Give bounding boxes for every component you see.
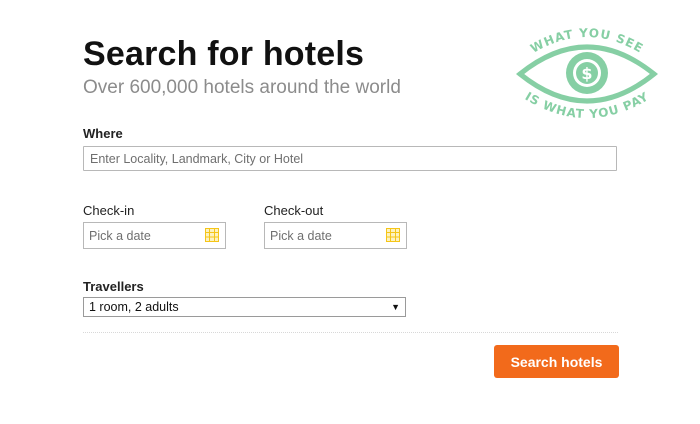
page-subtitle: Over 600,000 hotels around the world: [83, 77, 401, 98]
calendar-icon[interactable]: [386, 228, 400, 242]
checkin-field[interactable]: [83, 222, 226, 249]
checkout-input[interactable]: [265, 223, 377, 248]
travellers-selected-value: 1 room, 2 adults: [89, 300, 179, 314]
checkin-label: Check-in: [83, 203, 135, 218]
chevron-down-icon[interactable]: ▼: [391, 300, 400, 314]
where-input[interactable]: [83, 146, 617, 171]
checkout-field[interactable]: [264, 222, 407, 249]
eye-dollar-icon: $: [516, 44, 658, 104]
where-label: Where: [83, 126, 123, 141]
badge-top-text: WHAT YOU SEE: [528, 26, 645, 56]
form-divider: [83, 332, 618, 333]
svg-text:IS WHAT YOU PAY: IS WHAT YOU PAY: [523, 89, 652, 121]
travellers-label: Travellers: [83, 279, 144, 294]
checkout-label: Check-out: [264, 203, 324, 218]
page-title: Search for hotels: [83, 35, 365, 73]
svg-text:WHAT YOU SEE: WHAT YOU SEE: [528, 26, 646, 56]
what-you-see-badge: $ WHAT YOU SEE IS WHAT YOU PAY: [516, 26, 658, 121]
travellers-select[interactable]: 1 room, 2 adults ▼: [83, 297, 406, 317]
calendar-icon[interactable]: [205, 228, 219, 242]
hotel-search-page: Search for hotels Over 600,000 hotels ar…: [0, 0, 700, 424]
checkin-input[interactable]: [84, 223, 196, 248]
badge-bottom-text: IS WHAT YOU PAY: [523, 89, 651, 121]
search-hotels-button[interactable]: Search hotels: [494, 345, 619, 378]
svg-text:$: $: [581, 64, 592, 83]
